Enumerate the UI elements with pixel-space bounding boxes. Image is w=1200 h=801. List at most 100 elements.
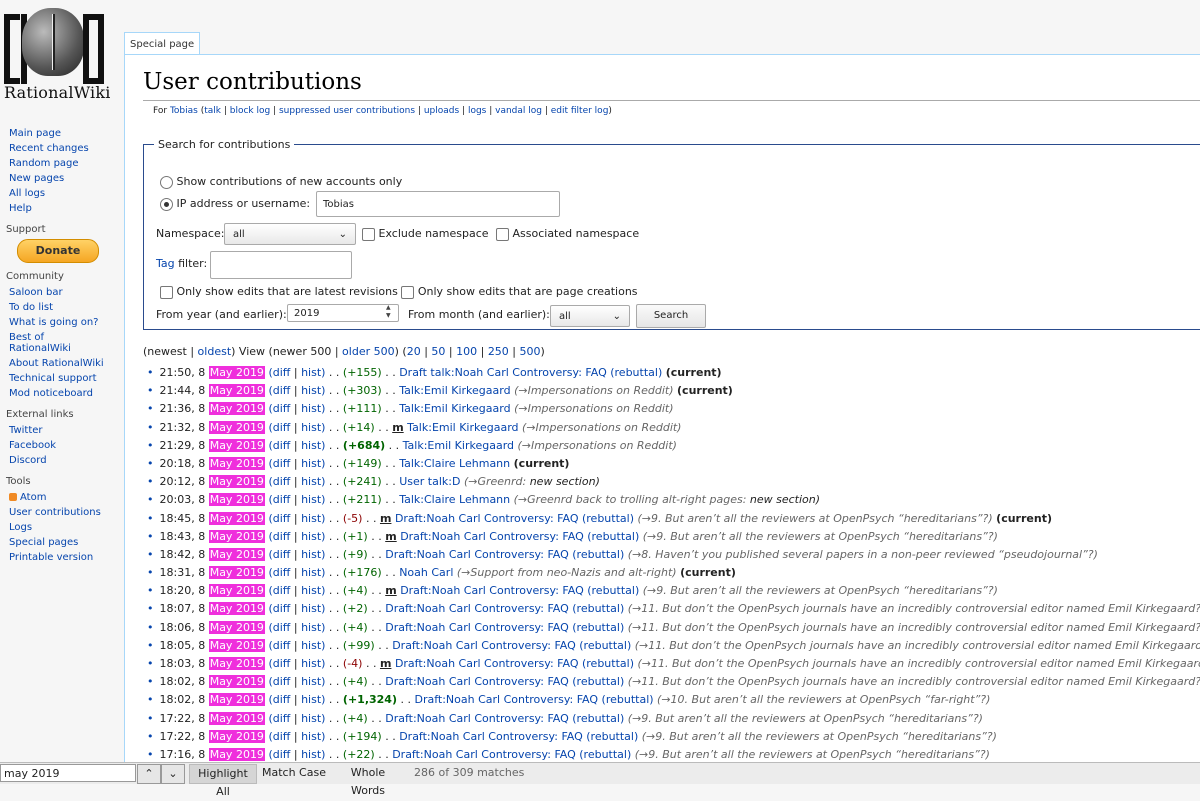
hist-link[interactable]: hist) <box>301 621 325 634</box>
hist-link[interactable]: hist) <box>301 384 325 397</box>
page-link[interactable]: Talk:Emil Kirkegaard <box>399 384 510 397</box>
page-link[interactable]: Noah Carl <box>399 566 453 579</box>
edit-summary[interactable]: (→11. But don’t the OpenPsych journals h… <box>628 675 1200 688</box>
block-log-link[interactable]: block log <box>230 106 270 116</box>
tag-link[interactable]: Tag <box>156 257 175 270</box>
page-link[interactable]: Draft:Noah Carl Controversy: FAQ (rebutt… <box>385 621 624 634</box>
edit-summary[interactable]: (→Impersonations on Reddit) <box>514 384 673 397</box>
from-month-select[interactable]: all ⌄ <box>550 305 630 327</box>
page-link[interactable]: Draft:Noah Carl Controversy: FAQ (rebutt… <box>400 530 639 543</box>
diff-link[interactable]: (diff <box>268 421 290 434</box>
hist-link[interactable]: hist) <box>301 566 325 579</box>
sidebar-item-twitter[interactable]: Twitter <box>9 425 43 436</box>
edit-summary[interactable]: (→10. But aren’t all the reviewers at Op… <box>657 693 990 706</box>
sidebar-item-help[interactable]: Help <box>9 203 32 214</box>
hist-link[interactable]: hist) <box>301 366 325 379</box>
nav-limit-250[interactable]: 250 <box>488 345 509 358</box>
sidebar-item-user-contributions[interactable]: User contributions <box>9 507 101 518</box>
edit-summary[interactable]: (→9. But aren’t all the reviewers at Ope… <box>643 530 998 543</box>
radio-new-accounts[interactable] <box>160 176 173 189</box>
edit-summary[interactable]: (→9. But aren’t all the reviewers at Ope… <box>638 512 993 525</box>
namespace-select[interactable]: all ⌄ <box>224 223 356 245</box>
tab-special-page[interactable]: Special page <box>124 32 200 56</box>
edit-summary[interactable]: (→9. But aren’t all the reviewers at Ope… <box>642 730 997 743</box>
associated-namespace-checkbox[interactable] <box>496 228 509 241</box>
page-link[interactable]: Draft:Noah Carl Controversy: FAQ (rebutt… <box>385 712 624 725</box>
edit-summary[interactable]: (→11. But don’t the OpenPsych journals h… <box>628 621 1200 634</box>
hist-link[interactable]: hist) <box>301 675 325 688</box>
hist-link[interactable]: hist) <box>301 748 325 761</box>
hist-link[interactable]: hist) <box>301 512 325 525</box>
nav-limit-100[interactable]: 100 <box>456 345 477 358</box>
sidebar-item-all-logs[interactable]: All logs <box>9 188 45 199</box>
talk-link[interactable]: talk <box>204 106 221 116</box>
page-link[interactable]: Draft:Noah Carl Controversy: FAQ (rebutt… <box>395 657 634 670</box>
hist-link[interactable]: hist) <box>301 493 325 506</box>
match-case-toggle[interactable]: Match Case <box>262 764 326 782</box>
edit-summary[interactable]: (→Impersonations on Reddit) <box>514 402 673 415</box>
nav-older-link[interactable]: older 500 <box>342 345 395 358</box>
find-input[interactable]: may 2019 <box>0 764 136 782</box>
sidebar-item-new-pages[interactable]: New pages <box>9 173 64 184</box>
hist-link[interactable]: hist) <box>301 730 325 743</box>
site-logo[interactable]: RationalWiki <box>0 0 124 110</box>
from-year-input[interactable]: 2019 <box>287 304 399 322</box>
page-link[interactable]: Draft:Noah Carl Controversy: FAQ (rebutt… <box>414 693 653 706</box>
chevron-down-icon[interactable]: ⌄ <box>161 764 185 784</box>
diff-link[interactable]: (diff <box>268 693 290 706</box>
user-link[interactable]: Tobias <box>170 106 198 116</box>
whole-words-toggle[interactable]: Whole Words <box>333 764 403 782</box>
edit-summary[interactable]: (→Greenrd back to trolling alt-right pag… <box>514 493 747 506</box>
nav-limit-20[interactable]: 20 <box>407 345 421 358</box>
hist-link[interactable]: hist) <box>301 584 325 597</box>
diff-link[interactable]: (diff <box>268 512 290 525</box>
diff-link[interactable]: (diff <box>268 712 290 725</box>
diff-link[interactable]: (diff <box>268 730 290 743</box>
page-link[interactable]: Talk:Emil Kirkegaard <box>399 402 510 415</box>
diff-link[interactable]: (diff <box>268 493 290 506</box>
edit-summary[interactable]: (→Impersonations on Reddit) <box>518 439 677 452</box>
edit-summary[interactable]: (→Support from neo-Nazis and alt-right) <box>457 566 677 579</box>
sidebar-item-logs[interactable]: Logs <box>9 522 32 533</box>
diff-link[interactable]: (diff <box>268 475 290 488</box>
diff-link[interactable]: (diff <box>268 675 290 688</box>
edit-summary[interactable]: (→8. Haven’t you published several paper… <box>628 548 1098 561</box>
sidebar-item-mod-noticeboard[interactable]: Mod noticeboard <box>9 388 93 399</box>
edit-summary[interactable]: (→9. But aren’t all the reviewers at Ope… <box>635 748 990 761</box>
latest-revisions-checkbox[interactable] <box>160 286 173 299</box>
sidebar-item-recent-changes[interactable]: Recent changes <box>9 143 89 154</box>
hist-link[interactable]: hist) <box>301 457 325 470</box>
donate-button[interactable]: Donate <box>17 239 99 263</box>
edit-summary[interactable]: (→Greenrd: <box>464 475 526 488</box>
suppressed-contribs-link[interactable]: suppressed user contributions <box>279 106 415 116</box>
tag-filter-input[interactable] <box>210 251 352 279</box>
nav-limit-500[interactable]: 500 <box>520 345 541 358</box>
exclude-namespace-checkbox[interactable] <box>362 228 375 241</box>
username-input[interactable]: Tobias <box>316 191 560 217</box>
page-link[interactable]: Draft:Noah Carl Controversy: FAQ (rebutt… <box>392 639 631 652</box>
hist-link[interactable]: hist) <box>301 657 325 670</box>
edit-summary[interactable]: (→9. But aren’t all the reviewers at Ope… <box>628 712 983 725</box>
uploads-link[interactable]: uploads <box>424 106 459 116</box>
hist-link[interactable]: hist) <box>301 475 325 488</box>
edit-summary[interactable]: (→11. But don’t the OpenPsych journals h… <box>638 657 1200 670</box>
year-stepper-icon[interactable]: ▲▼ <box>386 304 391 320</box>
search-button[interactable]: Search <box>636 304 706 328</box>
sidebar-item-saloon-bar[interactable]: Saloon bar <box>9 287 63 298</box>
page-link[interactable]: Talk:Claire Lehmann <box>399 457 510 470</box>
sidebar-item-atom[interactable]: Atom <box>20 492 46 503</box>
hist-link[interactable]: hist) <box>301 548 325 561</box>
page-link[interactable]: Draft:Noah Carl Controversy: FAQ (rebutt… <box>385 675 624 688</box>
page-link[interactable]: Draft:Noah Carl Controversy: FAQ (rebutt… <box>385 548 624 561</box>
diff-link[interactable]: (diff <box>268 457 290 470</box>
edit-summary[interactable]: (→11. But don’t the OpenPsych journals h… <box>635 639 1200 652</box>
hist-link[interactable]: hist) <box>301 639 325 652</box>
sidebar-item-to-do-list[interactable]: To do list <box>9 302 53 313</box>
sidebar-item-facebook[interactable]: Facebook <box>9 440 56 451</box>
diff-link[interactable]: (diff <box>268 584 290 597</box>
diff-link[interactable]: (diff <box>268 366 290 379</box>
hist-link[interactable]: hist) <box>301 439 325 452</box>
vandal-log-link[interactable]: vandal log <box>495 106 542 116</box>
page-link[interactable]: Draft:Noah Carl Controversy: FAQ (rebutt… <box>395 512 634 525</box>
highlight-all-toggle[interactable]: Highlight All <box>189 764 257 784</box>
